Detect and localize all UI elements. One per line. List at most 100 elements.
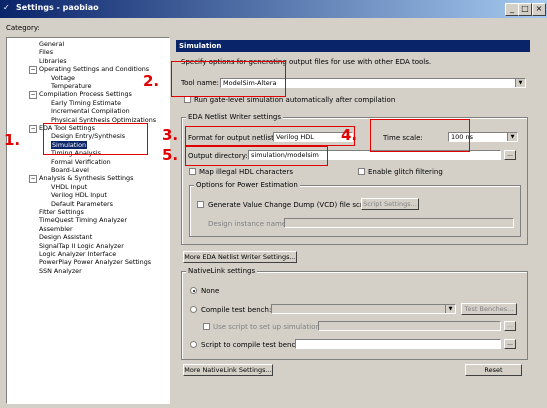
chevron-down-icon: ▼ xyxy=(507,133,517,141)
tree-item[interactable]: TimeQuest Timing Analyzer xyxy=(39,216,127,224)
minimize-button[interactable]: _ xyxy=(505,3,519,16)
map-illegal-checkbox[interactable] xyxy=(189,168,196,175)
tree-item[interactable]: PowerPlay Power Analyzer Settings xyxy=(39,258,151,266)
tree-item-label: Formal Verification xyxy=(51,157,111,166)
reset-button[interactable]: Reset xyxy=(465,364,522,376)
map-illegal-label: Map illegal HDL characters xyxy=(199,168,293,176)
annotation-box-3 xyxy=(185,126,355,146)
radio-none-label: None xyxy=(201,287,220,295)
tree-item[interactable]: General xyxy=(39,40,64,48)
tree-item[interactable]: Board-Level xyxy=(51,166,89,174)
script-compile-input[interactable] xyxy=(295,339,501,349)
tree-item[interactable]: SSN Analyzer xyxy=(39,267,82,275)
use-script-setup-checkbox[interactable] xyxy=(203,323,210,330)
script-settings-button[interactable]: Script Settings... xyxy=(361,198,419,210)
tree-item-label: SignalTap II Logic Analyzer xyxy=(39,241,124,250)
collapse-icon[interactable]: − xyxy=(29,175,37,184)
tree-item-label: SSN Analyzer xyxy=(39,266,82,275)
annotation-number-2: 2. xyxy=(143,72,160,90)
tree-item[interactable]: Design Assistant xyxy=(39,233,92,241)
collapse-icon[interactable]: − xyxy=(29,66,37,75)
radio-none[interactable] xyxy=(190,287,197,294)
nativelink-group-label: NativeLink settings xyxy=(186,267,258,275)
close-button[interactable]: × xyxy=(532,3,546,16)
annotation-box-4 xyxy=(370,119,470,152)
generate-vcd-label: Generate Value Change Dump (VCD) file sc… xyxy=(208,201,372,209)
radio-compile-test-bench[interactable] xyxy=(190,306,197,313)
chevron-down-icon: ▼ xyxy=(445,305,455,313)
tree-item-label: TimeQuest Timing Analyzer xyxy=(39,216,127,225)
enable-glitch-checkbox[interactable] xyxy=(358,168,365,175)
tree-item-label: Analysis & Synthesis Settings xyxy=(39,174,134,183)
browse-button[interactable]: ... xyxy=(504,150,516,160)
tree-item[interactable]: Libraries xyxy=(39,57,67,65)
tree-item[interactable]: Verilog HDL Input xyxy=(51,191,107,199)
use-script-setup-input[interactable] xyxy=(318,321,501,331)
script-compile-browse-button[interactable]: ... xyxy=(504,339,516,349)
tree-item[interactable]: Voltage xyxy=(51,74,75,82)
tree-item-label: Voltage xyxy=(51,73,75,82)
tree-item-label: Verilog HDL Input xyxy=(51,191,107,200)
tree-item-label: Design Assistant xyxy=(39,233,93,242)
use-script-setup-label: Use script to set up simulation: xyxy=(213,323,323,331)
tree-item[interactable]: Logic Analyzer Interface xyxy=(39,250,116,258)
tree-item-label: Default Parameters xyxy=(51,199,113,208)
settings-icon: ✓ xyxy=(3,3,10,12)
tree-item-label: Libraries xyxy=(39,56,67,65)
tree-item-label: Fitter Settings xyxy=(39,208,84,216)
enable-glitch-label: Enable glitch filtering xyxy=(368,168,443,176)
tree-item[interactable]: Assembler xyxy=(39,225,73,233)
run-gate-level-label: Run gate-level simulation automatically … xyxy=(194,96,396,104)
radio-compile-test-bench-label: Compile test bench: xyxy=(201,306,272,314)
tree-item[interactable]: VHDL Input xyxy=(51,183,87,191)
power-group xyxy=(189,185,521,237)
tree-item[interactable]: Early Timing Estimate xyxy=(51,99,121,107)
tree-item-label: Operating Settings and Conditions xyxy=(39,65,150,74)
tree-item-label: Files xyxy=(39,48,54,57)
maximize-button[interactable]: □ xyxy=(518,3,532,16)
tree-item[interactable]: Default Parameters xyxy=(51,200,113,208)
tree-item-label: PowerPlay Power Analyzer Settings xyxy=(39,258,152,267)
window-title: Settings - paobiao xyxy=(16,3,99,12)
annotation-box-1 xyxy=(43,123,148,155)
more-eda-netlist-button[interactable]: More EDA Netlist Writer Settings... xyxy=(183,251,297,263)
tree-item[interactable]: Operating Settings and Conditions xyxy=(39,65,149,73)
tree-item-label: VHDL Input xyxy=(51,182,88,191)
test-benches-button[interactable]: Test Benches... xyxy=(461,303,517,315)
tree-item-label: Early Timing Estimate xyxy=(51,98,122,107)
collapse-icon[interactable]: − xyxy=(29,91,37,100)
design-instance-input[interactable] xyxy=(284,218,514,228)
tree-item-label: General xyxy=(39,40,65,48)
annotation-number-5: 5. xyxy=(162,146,179,164)
tree-item[interactable]: Analysis & Synthesis Settings xyxy=(39,174,133,182)
collapse-icon[interactable]: − xyxy=(29,125,37,133)
tree-item[interactable]: Incremental Compilation xyxy=(51,107,130,115)
page-title: Simulation xyxy=(176,40,530,52)
eda-netlist-group-label: EDA Netlist Writer settings xyxy=(186,113,283,121)
annotation-number-1: 1. xyxy=(4,131,21,149)
use-script-browse-button[interactable]: ... xyxy=(504,321,516,331)
tree-item[interactable]: Compilation Process Settings xyxy=(39,90,132,98)
radio-script-compile-label: Script to compile test bench: xyxy=(201,341,303,349)
tree-item[interactable]: Files xyxy=(39,48,53,56)
run-gate-level-checkbox[interactable] xyxy=(184,96,191,103)
generate-vcd-checkbox[interactable] xyxy=(197,201,204,208)
tree-item-label: Incremental Compilation xyxy=(51,107,130,116)
tree-item-label: Logic Analyzer Interface xyxy=(39,250,117,258)
tree-item[interactable]: SignalTap II Logic Analyzer xyxy=(39,242,124,250)
compile-test-bench-dropdown[interactable]: ▼ xyxy=(271,304,456,314)
radio-script-compile[interactable] xyxy=(190,341,197,348)
category-tree[interactable]: General Files Libraries Operating Settings … xyxy=(6,37,170,404)
tree-item[interactable]: Fitter Settings xyxy=(39,208,84,216)
power-group-label: Options for Power Estimation xyxy=(194,181,300,189)
annotation-number-4: 4. xyxy=(341,126,358,144)
tree-item-label: Assembler xyxy=(39,224,73,233)
annotation-number-3: 3. xyxy=(162,126,179,144)
tree-item-label: Compilation Process Settings xyxy=(39,90,132,99)
design-instance-label: Design instance name: xyxy=(208,220,289,228)
tree-item[interactable]: Formal Verification xyxy=(51,158,111,166)
tree-item-label: Temperature xyxy=(51,82,92,90)
more-nativelink-button[interactable]: More NativeLink Settings... xyxy=(183,364,273,376)
category-label: Category: xyxy=(6,24,40,32)
tree-item[interactable]: Temperature xyxy=(51,82,91,90)
